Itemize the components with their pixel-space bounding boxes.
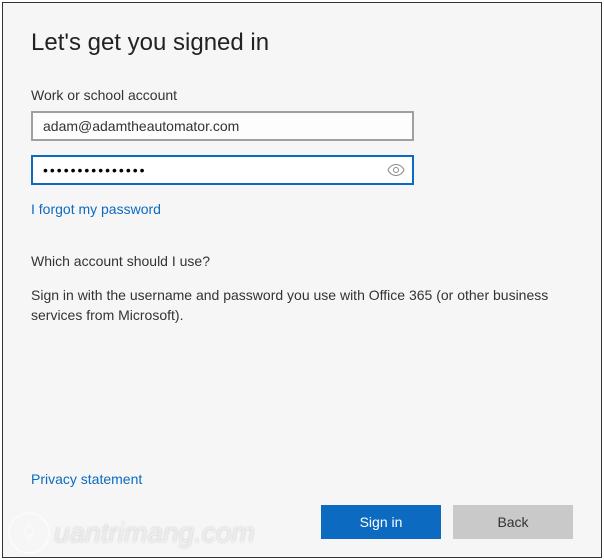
button-row: Sign in Back — [31, 505, 573, 539]
page-title: Let's get you signed in — [31, 29, 573, 57]
forgot-password-link[interactable]: I forgot my password — [31, 201, 573, 217]
password-field-wrap — [31, 155, 414, 185]
back-button[interactable]: Back — [453, 505, 573, 539]
reveal-password-icon[interactable] — [380, 164, 412, 176]
help-heading: Which account should I use? — [31, 253, 573, 269]
account-type-label: Work or school account — [31, 87, 573, 103]
help-text: Sign in with the username and password y… — [31, 285, 551, 326]
signin-dialog: Let's get you signed in Work or school a… — [2, 2, 602, 558]
privacy-statement-link[interactable]: Privacy statement — [31, 471, 573, 487]
signin-button[interactable]: Sign in — [321, 505, 441, 539]
email-field[interactable] — [31, 111, 414, 141]
password-field[interactable] — [33, 158, 380, 182]
